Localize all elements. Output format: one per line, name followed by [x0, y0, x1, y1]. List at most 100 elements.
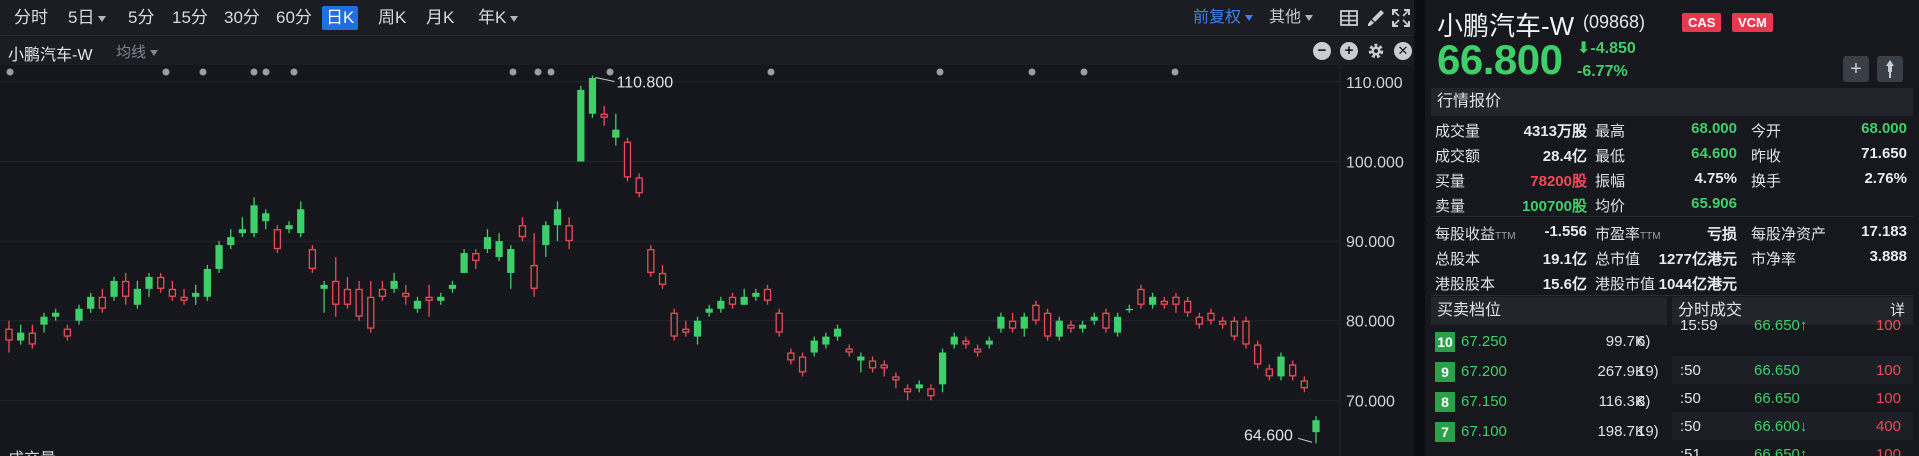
candle-body[interactable] — [903, 388, 912, 393]
candle-body[interactable] — [180, 296, 188, 301]
candle-body[interactable] — [1125, 308, 1133, 311]
candle-body[interactable] — [752, 292, 760, 297]
candle-body[interactable] — [553, 209, 562, 226]
event-dot[interactable] — [767, 68, 775, 76]
other-dropdown[interactable]: 其他 — [1269, 6, 1314, 30]
event-dot[interactable] — [199, 68, 207, 76]
candle-body[interactable] — [1008, 320, 1017, 329]
candle-body[interactable] — [588, 77, 597, 114]
candle-body[interactable] — [203, 268, 212, 297]
candle-body[interactable] — [1113, 316, 1122, 333]
event-dot[interactable] — [250, 68, 258, 76]
candle-body[interactable] — [1172, 296, 1180, 305]
candle-body[interactable] — [75, 308, 83, 321]
candle-body[interactable] — [728, 296, 737, 305]
candle-body[interactable] — [145, 276, 153, 289]
candle-body[interactable] — [938, 352, 947, 385]
candle-body[interactable] — [927, 388, 935, 397]
candle-body[interactable] — [880, 364, 888, 369]
tf-30min[interactable]: 30分 — [220, 6, 264, 30]
tf-intraday[interactable]: 分时 — [10, 6, 52, 30]
candle-body[interactable] — [238, 229, 247, 234]
candle-body[interactable] — [355, 288, 363, 317]
candle-body[interactable] — [262, 213, 270, 222]
candle-body[interactable] — [1032, 304, 1040, 321]
candle-body[interactable] — [1218, 320, 1227, 325]
candle-body[interactable] — [810, 340, 818, 353]
candle-body[interactable] — [1020, 316, 1028, 329]
candle-body[interactable] — [437, 296, 445, 301]
candle-body[interactable] — [40, 316, 48, 325]
candle-body[interactable] — [822, 336, 830, 345]
candle-body[interactable] — [87, 296, 95, 309]
candle-body[interactable] — [285, 225, 293, 230]
orderbook-row[interactable]: 8 67.150 116.3K 8) — [1431, 388, 1667, 416]
candle-body[interactable] — [448, 284, 457, 289]
candle-body[interactable] — [1137, 288, 1145, 305]
candle-body[interactable] — [507, 249, 515, 273]
candle-body[interactable] — [950, 336, 958, 345]
candle-body[interactable] — [985, 340, 993, 345]
candle-body[interactable] — [1195, 316, 1203, 325]
candle-body[interactable] — [798, 356, 807, 373]
candle-body[interactable] — [1043, 312, 1052, 337]
candle-body[interactable] — [483, 237, 492, 250]
event-dot[interactable] — [1080, 68, 1088, 76]
candle-body[interactable] — [693, 320, 702, 337]
candle-body[interactable] — [17, 332, 25, 341]
candle-body[interactable] — [1253, 344, 1262, 365]
candle-body[interactable] — [1160, 300, 1168, 305]
event-dot[interactable] — [6, 68, 14, 76]
candle-body[interactable] — [332, 280, 340, 305]
plus-circle-icon[interactable]: + — [1340, 42, 1358, 60]
event-dot[interactable] — [262, 68, 270, 76]
candle-body[interactable] — [542, 225, 550, 246]
tf-monthly-k[interactable]: 月K — [422, 6, 458, 30]
orderbook-row[interactable]: 10 67.250 99.7K 6) — [1431, 328, 1667, 356]
candle-body[interactable] — [157, 276, 165, 289]
candle-body[interactable] — [472, 252, 480, 262]
event-dot[interactable] — [1028, 68, 1036, 76]
candle-body[interactable] — [612, 129, 620, 138]
candle-body[interactable] — [962, 340, 970, 345]
orderbook-row[interactable]: 9 67.200 267.9K 19) — [1431, 358, 1667, 386]
event-dot[interactable] — [936, 68, 944, 76]
candle-body[interactable] — [635, 177, 643, 194]
draw-brush-icon[interactable] — [1366, 8, 1386, 28]
tf-daily-k[interactable]: 日K — [322, 6, 359, 30]
candle-body[interactable] — [5, 328, 13, 341]
candle-body[interactable] — [775, 312, 783, 333]
event-dot[interactable] — [1171, 68, 1179, 76]
tf-weekly-k[interactable]: 周K — [374, 6, 410, 30]
fullscreen-icon[interactable] — [1391, 8, 1411, 28]
candle-body[interactable] — [1183, 300, 1192, 313]
candle-body[interactable] — [250, 205, 258, 234]
candle-body[interactable] — [868, 360, 877, 369]
candle-body[interactable] — [1090, 316, 1098, 321]
tf-yearly-k[interactable]: 年K — [474, 6, 522, 30]
candle-body[interactable] — [273, 229, 282, 250]
candle-body[interactable] — [110, 280, 118, 297]
candle-body[interactable] — [833, 328, 842, 337]
candle-body[interactable] — [1230, 320, 1238, 337]
candle-body[interactable] — [1102, 312, 1110, 329]
event-dot[interactable] — [290, 68, 298, 76]
candle-body[interactable] — [763, 288, 772, 301]
candle-body[interactable] — [530, 264, 538, 289]
candle-body[interactable] — [52, 312, 60, 317]
candle-body[interactable] — [297, 209, 305, 234]
candle-body[interactable] — [413, 300, 422, 309]
candle-body[interactable] — [997, 316, 1005, 329]
candle-body[interactable] — [308, 249, 317, 270]
close-circle-icon[interactable]: ✕ — [1394, 42, 1412, 60]
candle-body[interactable] — [1242, 320, 1250, 345]
candle-body[interactable] — [378, 288, 387, 297]
candle-body[interactable] — [892, 376, 900, 381]
candle-body[interactable] — [133, 288, 141, 305]
candle-body[interactable] — [658, 272, 667, 285]
candle-body[interactable] — [1288, 364, 1297, 377]
candle-body[interactable] — [402, 292, 410, 297]
event-dot[interactable] — [509, 68, 517, 76]
candle-body[interactable] — [717, 300, 725, 309]
candle-body[interactable] — [518, 225, 527, 238]
